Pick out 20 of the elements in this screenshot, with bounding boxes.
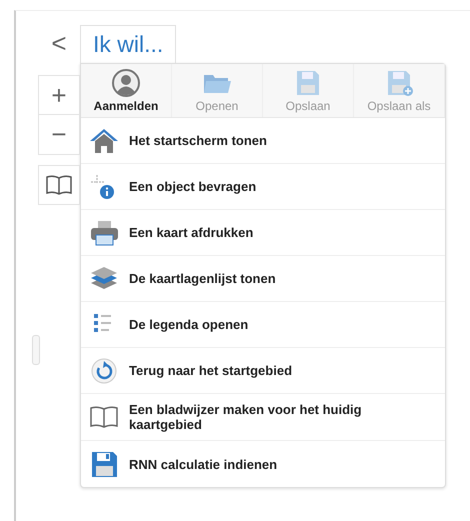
printer-icon — [89, 218, 119, 246]
home-icon — [89, 126, 119, 154]
menu-item[interactable]: De legenda openen — [81, 302, 445, 348]
book-icon — [46, 175, 72, 195]
menu-item[interactable]: RNN calculatie indienen — [81, 441, 445, 487]
save-icon — [89, 450, 119, 478]
zoom-in-button[interactable]: + — [38, 75, 80, 115]
menu-item[interactable]: Een kaart afdrukken — [81, 210, 445, 256]
reset-icon — [89, 356, 119, 384]
tab[interactable]: Ik wil... — [80, 25, 176, 63]
zoom-out-button[interactable]: − — [38, 115, 80, 155]
menu-item[interactable]: Een object bevragen — [81, 164, 445, 210]
menu-item[interactable]: De kaartlagenlijst tonen — [81, 256, 445, 302]
user-icon — [111, 69, 141, 97]
menu-item[interactable]: Een bladwijzer maken voor het huidig kaartgebied — [81, 394, 445, 441]
menu-item[interactable]: Het startscherm tonen — [81, 118, 445, 164]
bookmark-button[interactable] — [38, 165, 80, 205]
menu-item[interactable]: Terug naar het startgebied — [81, 348, 445, 394]
toolbar-button[interactable]: Aanmelden — [81, 64, 172, 117]
panel-handle[interactable] — [32, 335, 40, 365]
